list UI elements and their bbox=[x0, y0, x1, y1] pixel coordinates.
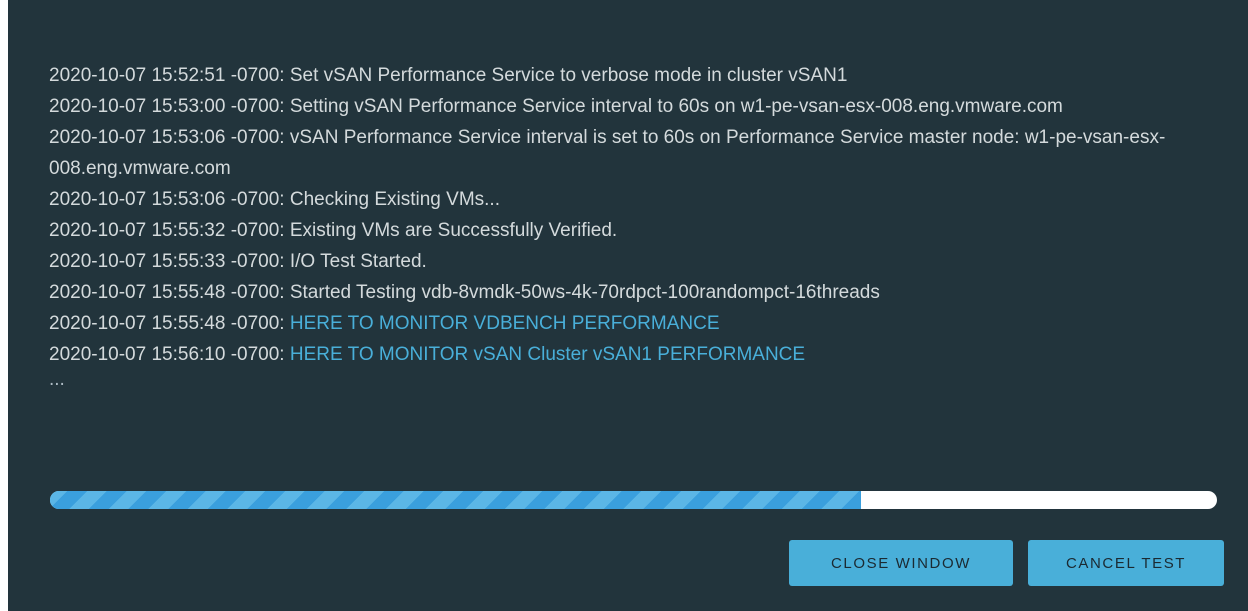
progress-bar-fill bbox=[50, 491, 862, 509]
log-line: 2020-10-07 15:52:51 -0700: Set vSAN Perf… bbox=[49, 65, 848, 86]
log-line-vsan: 2020-10-07 15:56:10 -0700: HERE TO MONIT… bbox=[49, 339, 1199, 370]
log-output: 2020-10-07 15:52:51 -0700: Set vSAN Perf… bbox=[49, 60, 1199, 392]
log-line: 2020-10-07 15:53:00 -0700: Setting vSAN … bbox=[49, 96, 1063, 117]
log-line: 2020-10-07 15:55:33 -0700: I/O Test Star… bbox=[49, 251, 427, 272]
close-window-button[interactable]: CLOSE WINDOW bbox=[789, 540, 1013, 586]
log-ellipsis: ... bbox=[49, 369, 65, 390]
log-line: 2020-10-07 15:55:48 -0700: Started Testi… bbox=[49, 282, 880, 303]
log-line: 2020-10-07 15:53:06 -0700: vSAN Performa… bbox=[49, 127, 1166, 179]
monitor-vsan-cluster-link[interactable]: HERE TO MONITOR vSAN Cluster vSAN1 PERFO… bbox=[290, 344, 805, 365]
monitor-vdbench-link[interactable]: HERE TO MONITOR VDBENCH PERFORMANCE bbox=[290, 313, 720, 334]
test-progress-dialog: 2020-10-07 15:52:51 -0700: Set vSAN Perf… bbox=[8, 0, 1248, 611]
log-timestamp: 2020-10-07 15:55:48 -0700: bbox=[49, 313, 290, 334]
log-line-vdbench: 2020-10-07 15:55:48 -0700: HERE TO MONIT… bbox=[49, 308, 1199, 339]
dialog-actions: CLOSE WINDOW CANCEL TEST bbox=[789, 540, 1224, 586]
log-line: 2020-10-07 15:55:32 -0700: Existing VMs … bbox=[49, 220, 618, 241]
progress-bar bbox=[50, 491, 1217, 509]
log-line: 2020-10-07 15:53:06 -0700: Checking Exis… bbox=[49, 189, 500, 210]
cancel-test-button[interactable]: CANCEL TEST bbox=[1028, 540, 1224, 586]
log-timestamp: 2020-10-07 15:56:10 -0700: bbox=[49, 344, 290, 365]
